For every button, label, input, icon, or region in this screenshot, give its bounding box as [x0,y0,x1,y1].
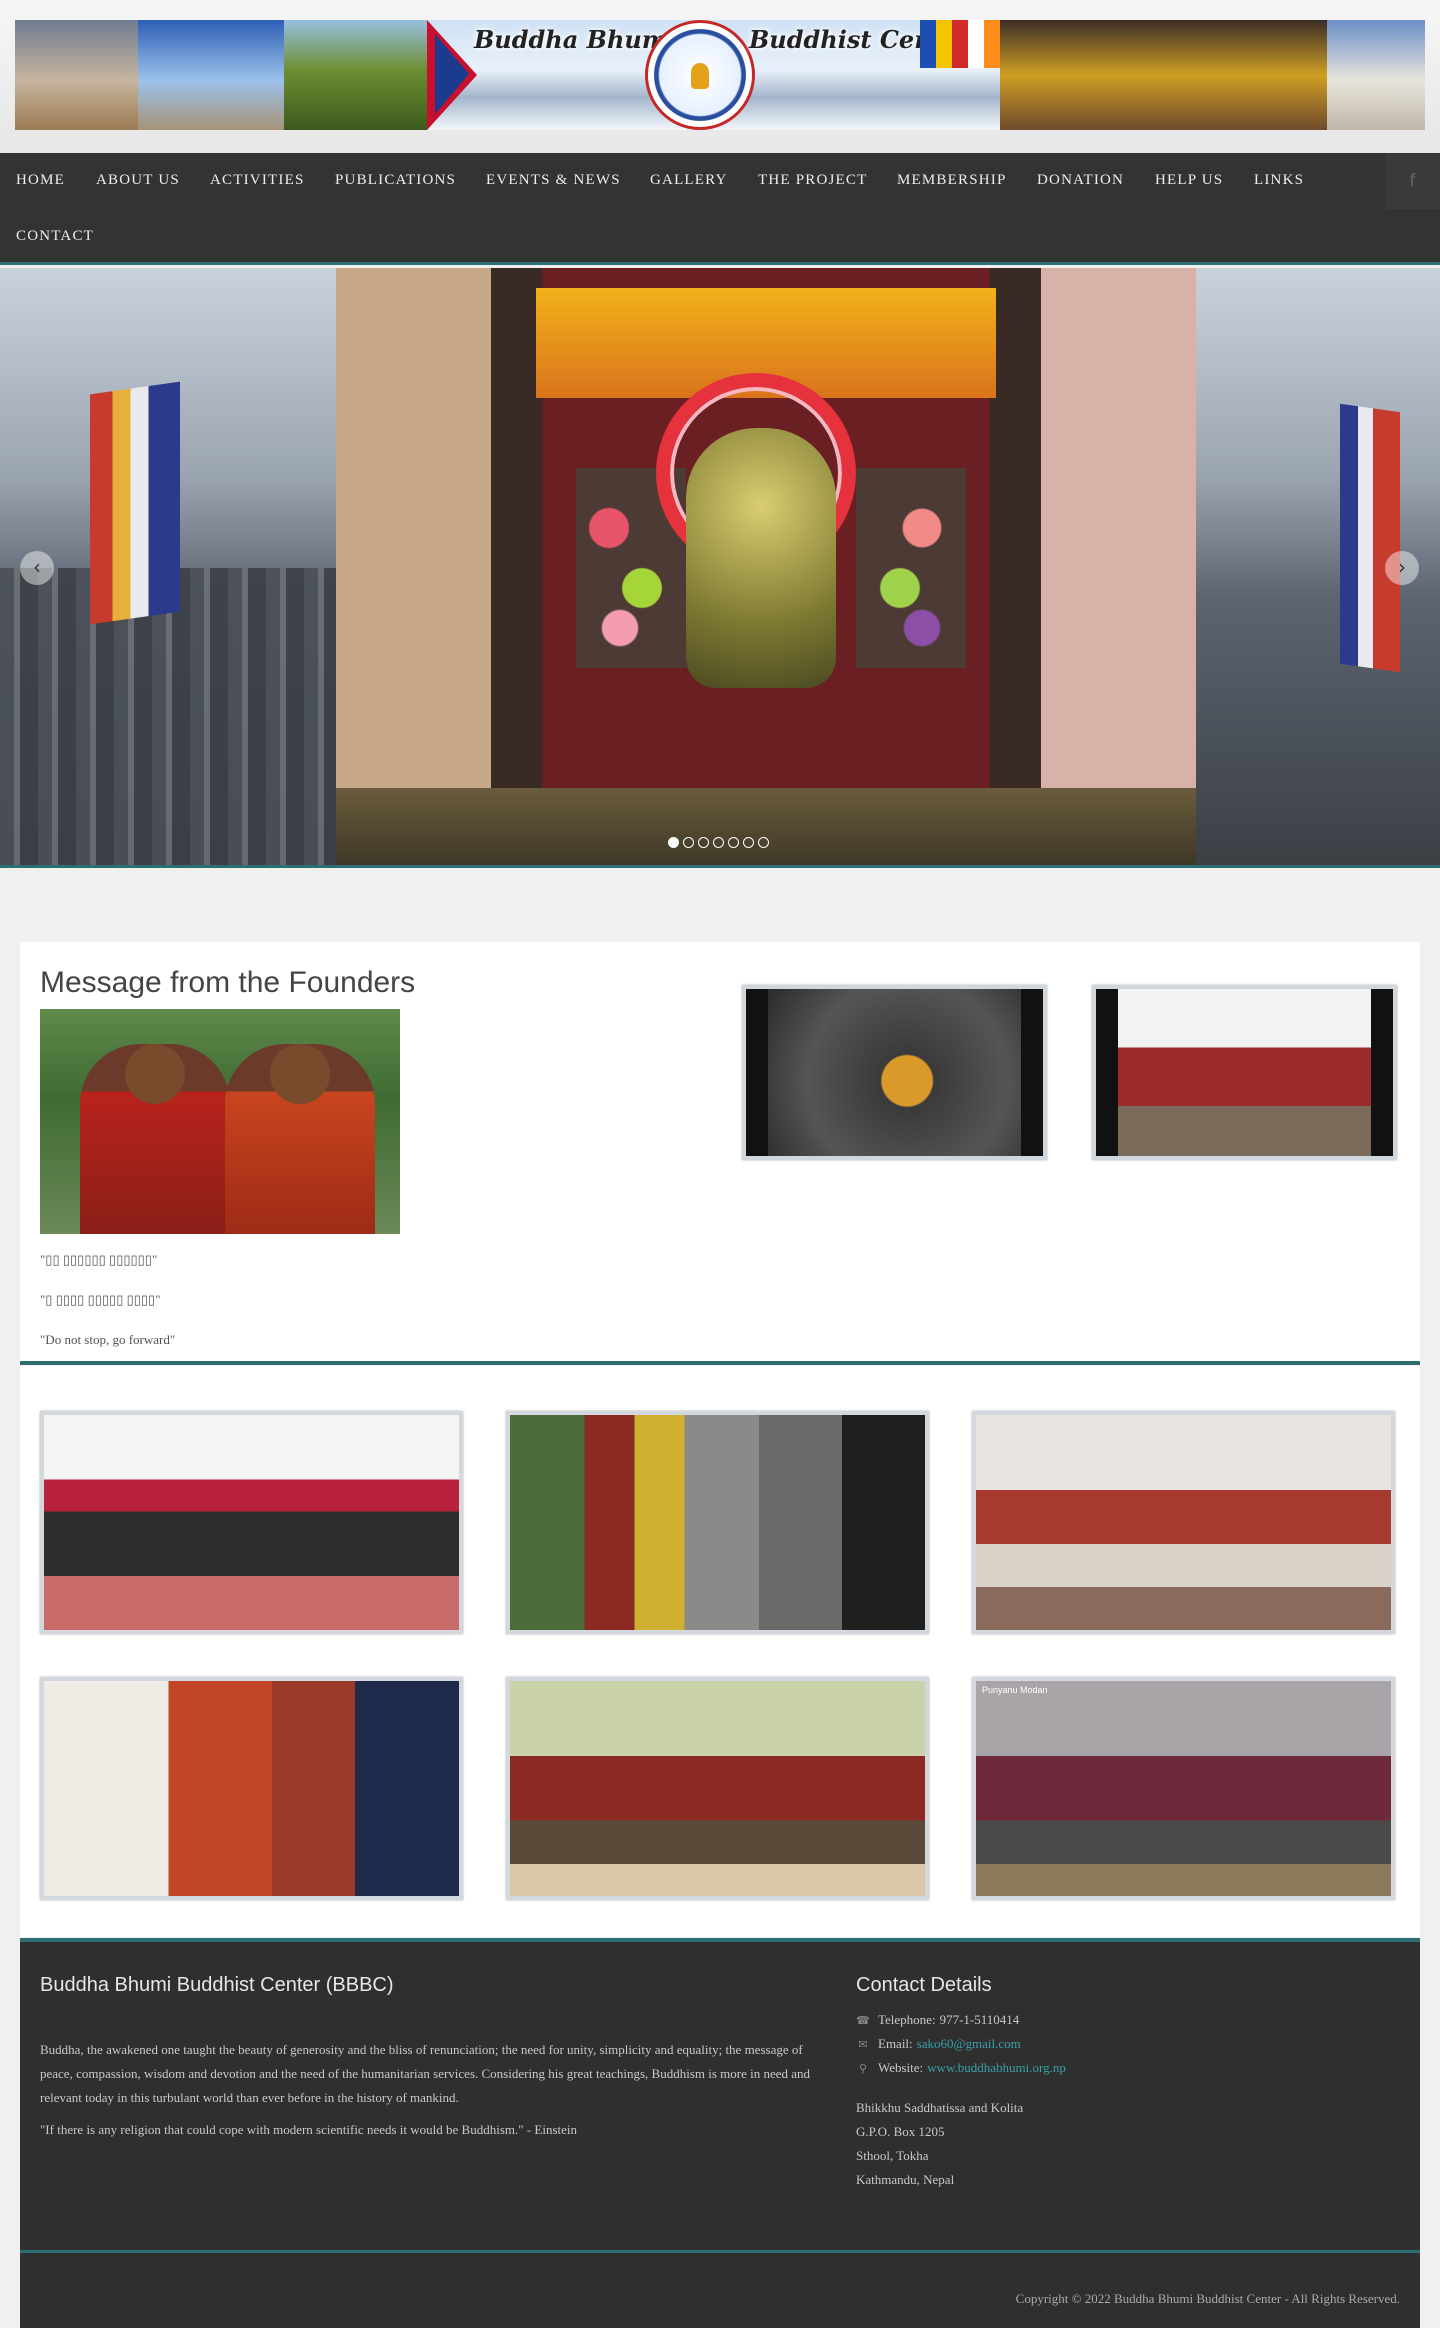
banner-mountains: Buddha Bhumi Buddhist Center [427,20,1000,130]
founders-video-thumb-2[interactable] [1092,985,1397,1160]
email-label: Email: [878,2036,913,2051]
founders-quote-2: "▯ ▯▯▯▯ ▯▯▯▯▯ ▯▯▯▯" [40,1292,161,1307]
buddha-statue [686,428,836,688]
contact-telephone: ☎ Telephone: 977-1-5110414 [856,2012,1019,2028]
link-icon: ⚲ [858,2061,868,2075]
slider-dot-6[interactable] [743,837,754,848]
address-line-3: Sthool, Tokha [856,2148,929,2163]
founders-title: Message from the Founders [40,966,416,999]
slider-dot-4[interactable] [713,837,724,848]
founders-section: Message from the Founders "▯▯ ▯▯▯▯▯▯ ▯▯▯… [20,942,1420,1365]
envelope-icon: ✉ [858,2037,868,2051]
slider-dot-2[interactable] [683,837,694,848]
gallery-photo-4[interactable] [40,1677,463,1900]
founders-video-thumb-1[interactable] [742,985,1047,1160]
founder-monk-right [225,1044,375,1234]
contact-website: ⚲ Website: www.buddhabhumi.org.np [856,2060,1066,2076]
slider-prev-icon[interactable]: ‹ [20,551,54,585]
nav-events-news[interactable]: EVENTS & NEWS [486,172,621,189]
banner-image[interactable]: Buddha Bhumi Buddhist Center [15,20,1425,130]
footer-about-text: Buddha, the awakened one taught the beau… [40,2042,811,2105]
banner-tree-photo [284,20,427,130]
nav-gallery[interactable]: GALLERY [650,172,728,189]
shrine-altar [336,788,1196,865]
site-footer: Buddha Bhumi Buddhist Center (BBBC) Budd… [20,1938,1420,2328]
nepal-flag-inner [435,34,469,114]
footer-einstein-quote: "If there is any religion that could cop… [40,2122,577,2137]
slide-flag-right [1340,403,1400,673]
founders-quote-3: "Do not stop, go forward" [40,1332,176,1347]
email-link[interactable]: sako60@gmail.com [917,2036,1021,2052]
phone-icon: ☎ [856,2013,870,2027]
gallery-photo-1[interactable] [40,1411,463,1634]
slide-shrine-photo [336,268,1196,865]
copyright-text: Copyright © 2022 Buddha Bhumi Buddhist C… [1015,2291,1400,2306]
website-link[interactable]: www.buddhabhumi.org.np [927,2060,1066,2076]
founders-photo [40,1009,400,1234]
address-line-2: G.P.O. Box 1205 [856,2124,945,2139]
slider-next-icon[interactable]: › [1385,551,1419,585]
nav-donation[interactable]: DONATION [1037,172,1124,189]
hero-slider[interactable]: ‹ › [0,268,1440,868]
banner-reclining-buddha-photo [1000,20,1327,130]
banner-title-left: Buddha Bhumi [474,25,677,54]
slider-dot-7[interactable] [758,837,769,848]
slider-dot-1[interactable] [668,837,679,848]
slide-flag-left [90,381,180,625]
banner-stupa-photo [15,20,138,130]
nav-membership[interactable]: MEMBERSHIP [897,172,1007,189]
gallery-photo-2[interactable] [506,1411,929,1634]
nav-contact[interactable]: CONTACT [16,228,94,245]
nav-home[interactable]: HOME [16,172,65,189]
gallery-caption: Punyanu Modan [982,1685,1048,1695]
footer-divider [20,2250,1420,2253]
banner-temple-photo [138,20,284,130]
founder-monk-left [80,1044,230,1234]
telephone-value: 977-1-5110414 [939,2012,1020,2027]
address-line-4: Kathmandu, Nepal [856,2172,955,2187]
slider-dot-3[interactable] [698,837,709,848]
website-label: Website: [878,2060,924,2075]
footer-contact-title: Contact Details [856,1974,992,1996]
gallery-photo-3[interactable] [972,1411,1395,1634]
nav-activities[interactable]: ACTIVITIES [210,172,305,189]
nav-about-us[interactable]: ABOUT US [96,172,180,189]
gallery-photo-5[interactable] [506,1677,929,1900]
nav-help-us[interactable]: HELP US [1155,172,1223,189]
main-navigation: HOME ABOUT US ACTIVITIES PUBLICATIONS EV… [0,153,1440,265]
gallery-photo-6[interactable]: Punyanu Modan [972,1677,1395,1900]
founders-quote-1: "▯▯ ▯▯▯▯▯▯ ▯▯▯▯▯▯" [40,1252,158,1267]
shrine-flowers-right [856,468,966,668]
nav-publications[interactable]: PUBLICATIONS [335,172,456,189]
nav-the-project[interactable]: THE PROJECT [758,172,867,189]
slider-pagination [668,837,769,848]
nav-links[interactable]: LINKS [1254,172,1304,189]
center-logo-icon [645,20,755,130]
footer-about-title: Buddha Bhumi Buddhist Center (BBBC) [40,1974,394,1996]
address-line-1: Bhikkhu Saddhatissa and Kolita [856,2100,1024,2115]
photo-gallery: Punyanu Modan [20,1366,1420,1937]
contact-email: ✉ Email: sako60@gmail.com [856,2036,1021,2052]
facebook-icon[interactable]: f [1385,153,1440,209]
banner-stupa2-photo [1327,20,1425,130]
telephone-label: Telephone: [878,2012,936,2027]
slider-dot-5[interactable] [728,837,739,848]
buddhist-flag-icon [920,20,1000,68]
site-banner: Buddha Bhumi Buddhist Center [0,0,1440,153]
